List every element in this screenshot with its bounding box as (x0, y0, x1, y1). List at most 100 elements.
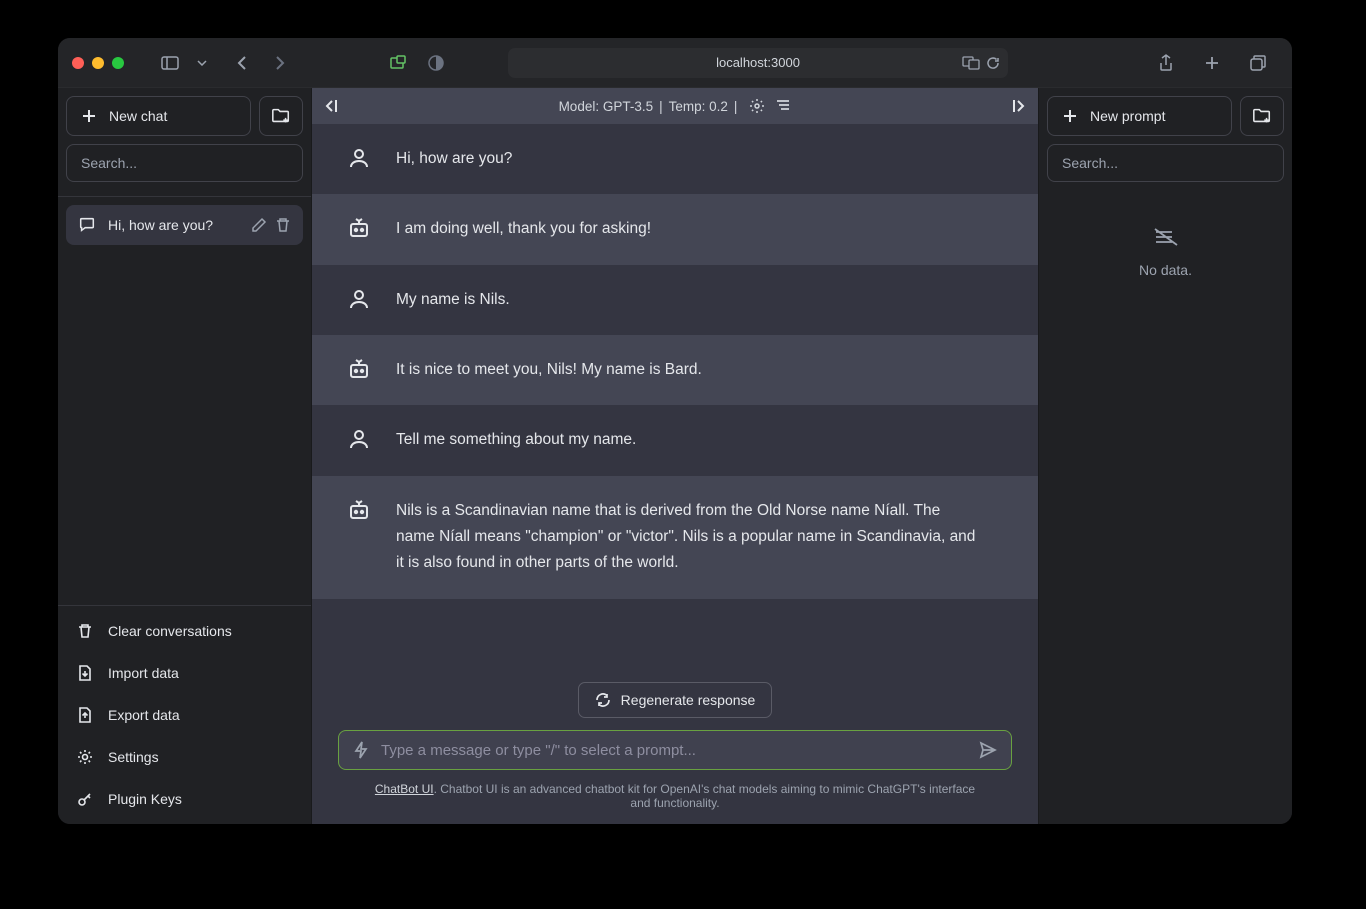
conversation-title: Hi, how are you? (108, 217, 213, 233)
list-icon (775, 98, 791, 112)
bot-avatar-icon (344, 498, 374, 577)
back-button[interactable] (228, 49, 256, 77)
browser-window: localhost:3000 (58, 38, 1292, 824)
plugin-keys-label: Plugin Keys (108, 791, 182, 807)
user-avatar-icon (344, 427, 374, 453)
footer-text: . Chatbot UI is an advanced chatbot kit … (434, 782, 976, 810)
folder-plus-icon (271, 107, 291, 125)
message-user: My name is Nils. (312, 265, 1038, 335)
maximize-window-button[interactable] (112, 57, 124, 69)
footer-note: ChatBot UI. Chatbot UI is an advanced ch… (328, 782, 1022, 810)
delete-conversation-button[interactable] (275, 217, 291, 233)
share-icon[interactable] (1152, 49, 1180, 77)
url-text: localhost:3000 (716, 55, 800, 70)
new-chat-label: New chat (109, 108, 167, 124)
bot-avatar-icon (344, 216, 374, 242)
left-sidebar: New chat Hi, how are you? (58, 88, 312, 824)
import-data-button[interactable]: Import data (58, 652, 311, 694)
new-prompt-label: New prompt (1090, 108, 1165, 124)
chat-footer: Regenerate response ChatBot UI. Chatbot … (312, 672, 1038, 824)
chat-header: Model: GPT-3.5 | Temp: 0.2 | (312, 88, 1038, 124)
clear-conversations-button[interactable]: Clear conversations (58, 610, 311, 652)
gear-icon (749, 98, 765, 114)
sidebar-bottom-menu: Clear conversations Import data Export d… (58, 605, 311, 824)
export-icon (76, 706, 94, 724)
temperature-label: Temp: 0.2 (669, 99, 728, 114)
search-conversations-input[interactable] (66, 144, 303, 182)
export-data-label: Export data (108, 707, 180, 723)
browser-title-bar: localhost:3000 (58, 38, 1292, 88)
minimize-window-button[interactable] (92, 57, 104, 69)
new-prompt-folder-button[interactable] (1240, 96, 1284, 136)
app-body: New chat Hi, how are you? (58, 88, 1292, 824)
translate-icon[interactable] (962, 56, 980, 70)
settings-label: Settings (108, 749, 159, 765)
message-assistant: Nils is a Scandinavian name that is deri… (312, 476, 1038, 599)
reload-icon[interactable] (986, 56, 1000, 70)
plus-icon (1062, 108, 1078, 124)
bot-avatar-icon (344, 357, 374, 383)
shield-icon[interactable] (384, 49, 412, 77)
message-icon (78, 216, 96, 234)
forward-button[interactable] (266, 49, 294, 77)
search-prompts-input[interactable] (1047, 144, 1284, 182)
message-text: Nils is a Scandinavian name that is deri… (396, 498, 1006, 577)
right-sidebar: New prompt No data. (1038, 88, 1292, 824)
bolt-icon[interactable] (353, 741, 369, 759)
collapse-right-sidebar-button[interactable] (1008, 98, 1026, 114)
plugin-keys-button[interactable]: Plugin Keys (58, 778, 311, 820)
plus-icon (81, 108, 97, 124)
message-text: It is nice to meet you, Nils! My name is… (396, 357, 1006, 383)
import-data-label: Import data (108, 665, 179, 681)
new-tab-icon[interactable] (1198, 49, 1226, 77)
no-data-icon (1153, 226, 1179, 248)
settings-button[interactable]: Settings (58, 736, 311, 778)
message-list: Hi, how are you? I am doing well, thank … (312, 124, 1038, 672)
folder-plus-icon (1252, 107, 1272, 125)
regenerate-button[interactable]: Regenerate response (578, 682, 773, 718)
edit-conversation-button[interactable] (251, 217, 267, 233)
tab-overview-icon[interactable] (1244, 49, 1272, 77)
refresh-icon (595, 692, 611, 708)
message-text: Tell me something about my name. (396, 427, 1006, 453)
user-avatar-icon (344, 146, 374, 172)
export-data-button[interactable]: Export data (58, 694, 311, 736)
url-bar[interactable]: localhost:3000 (508, 48, 1008, 78)
collapse-left-sidebar-button[interactable] (324, 98, 342, 114)
footer-link[interactable]: ChatBot UI (375, 782, 434, 796)
traffic-lights (72, 57, 124, 69)
new-chat-button[interactable]: New chat (66, 96, 251, 136)
user-avatar-icon (344, 287, 374, 313)
clear-conversations-label: Clear conversations (108, 623, 232, 639)
model-label: Model: GPT-3.5 (559, 99, 654, 114)
privacy-icon[interactable] (422, 49, 450, 77)
trash-icon (275, 217, 291, 233)
trash-icon (76, 622, 94, 640)
message-input[interactable] (381, 742, 967, 759)
import-icon (76, 664, 94, 682)
gear-icon (76, 748, 94, 766)
message-text: My name is Nils. (396, 287, 1006, 313)
tab-dropdown-icon[interactable] (194, 49, 210, 77)
message-input-container (338, 730, 1012, 770)
new-prompt-button[interactable]: New prompt (1047, 96, 1232, 136)
close-window-button[interactable] (72, 57, 84, 69)
message-text: Hi, how are you? (396, 146, 1006, 172)
message-user: Tell me something about my name. (312, 405, 1038, 475)
message-user: Hi, how are you? (312, 124, 1038, 194)
conversation-item[interactable]: Hi, how are you? (66, 205, 303, 245)
chat-list-button[interactable] (775, 98, 791, 114)
key-icon (76, 790, 94, 808)
regenerate-label: Regenerate response (621, 692, 756, 708)
message-assistant: It is nice to meet you, Nils! My name is… (312, 335, 1038, 405)
send-button[interactable] (979, 741, 997, 759)
send-icon (979, 741, 997, 759)
no-data-label: No data. (1139, 262, 1192, 278)
chat-main: Model: GPT-3.5 | Temp: 0.2 | (312, 88, 1038, 824)
no-data-panel: No data. (1039, 190, 1292, 314)
message-assistant: I am doing well, thank you for asking! (312, 194, 1038, 264)
sidebar-toggle-icon[interactable] (156, 49, 184, 77)
chat-settings-button[interactable] (749, 98, 765, 114)
new-folder-button[interactable] (259, 96, 303, 136)
pencil-icon (251, 217, 267, 233)
